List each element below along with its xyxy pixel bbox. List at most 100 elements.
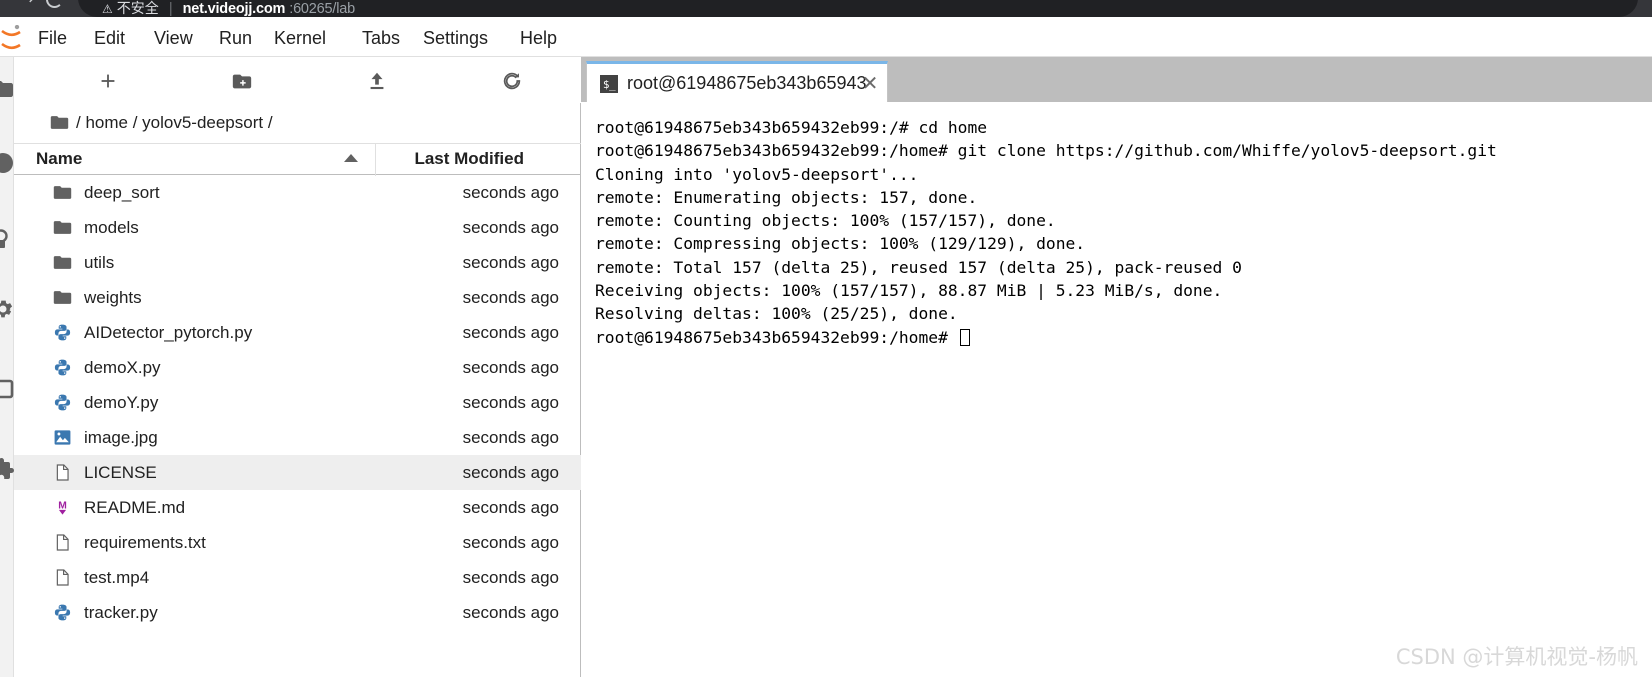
tab-terminal[interactable]: $_ root@61948675eb343b659432eb99 ✕ <box>586 61 888 102</box>
terminal-cursor <box>959 328 970 346</box>
extension-manager-icon[interactable] <box>0 457 15 481</box>
image-icon <box>52 428 72 448</box>
file-last-modified: seconds ago <box>462 532 559 552</box>
running-terminals-icon[interactable] <box>0 151 15 175</box>
file-list-header: Name Last Modified <box>14 143 581 176</box>
folder-icon <box>52 288 72 308</box>
terminal-line: Cloning into 'yolov5-deepsort'... <box>595 164 919 184</box>
folder-icon[interactable] <box>50 114 69 131</box>
terminal-line: remote: Compressing objects: 100% (129/1… <box>595 234 1086 254</box>
markdown-icon: M <box>52 498 72 518</box>
file-last-modified: seconds ago <box>462 602 559 622</box>
file-row[interactable]: demoY.py seconds ago <box>14 385 581 420</box>
refresh-icon[interactable] <box>498 67 526 95</box>
file-row[interactable]: LICENSE seconds ago <box>14 455 581 490</box>
file-row[interactable]: weights seconds ago <box>14 280 581 315</box>
file-row[interactable]: M README.md seconds ago <box>14 490 581 525</box>
menu-edit[interactable]: Edit <box>86 27 133 49</box>
property-inspector-icon[interactable] <box>0 297 15 321</box>
terminal-prompt-line[interactable]: root@61948675eb343b659432eb99:/home# <box>595 326 1652 349</box>
file-icon <box>52 533 72 553</box>
arrow-forward-icon[interactable]: ⟶ <box>10 0 34 8</box>
file-last-modified: seconds ago <box>462 462 559 482</box>
file-name: image.jpg <box>84 427 158 447</box>
open-tabs-icon[interactable] <box>0 377 15 401</box>
file-row[interactable]: image.jpg seconds ago <box>14 420 581 455</box>
address-bar-content: ⚠ 不安全 | net.videojj.com :60265/lab <box>102 0 355 17</box>
reload-icon[interactable] <box>46 0 63 8</box>
file-name: deep_sort <box>84 182 160 202</box>
close-icon[interactable]: ✕ <box>859 71 881 95</box>
upload-icon[interactable] <box>363 67 391 95</box>
terminal-line: remote: Total 157 (delta 25), reused 157… <box>595 257 1242 277</box>
terminal-line: root@61948675eb343b659432eb99:/home# git… <box>595 141 1497 161</box>
file-list: deep_sort seconds ago models seconds ago uti… <box>14 175 581 677</box>
file-row[interactable]: requirements.txt seconds ago <box>14 525 581 560</box>
terminal-output[interactable]: root@61948675eb343b659432eb99:/# cd home… <box>581 102 1652 677</box>
file-name: README.md <box>84 497 186 517</box>
file-row[interactable]: deep_sort seconds ago <box>14 175 581 210</box>
file-name: LICENSE <box>84 462 157 482</box>
breadcrumb[interactable]: / home / yolov5-deepsort / <box>14 103 581 143</box>
jupyter-logo <box>0 25 22 51</box>
file-last-modified: seconds ago <box>462 357 559 377</box>
file-name: weights <box>84 287 142 307</box>
menu-help[interactable]: Help <box>512 27 565 49</box>
terminal-line: Receiving objects: 100% (157/157), 88.87… <box>595 281 1223 301</box>
column-header-name[interactable]: Name <box>36 149 82 169</box>
file-icon <box>52 568 72 588</box>
menu-file[interactable]: File <box>30 27 75 49</box>
menu-tabs[interactable]: Tabs <box>354 27 408 49</box>
menu-run[interactable]: Run <box>211 27 260 49</box>
terminal-line: root@61948675eb343b659432eb99:/# cd home <box>595 118 988 137</box>
file-name: requirements.txt <box>84 532 206 552</box>
dock-tab-bar: $_ root@61948675eb343b659432eb99 ✕ <box>581 57 1652 102</box>
file-last-modified: seconds ago <box>462 252 559 272</box>
column-header-last-modified[interactable]: Last Modified <box>414 149 524 169</box>
menu-kernel[interactable]: Kernel <box>266 27 334 49</box>
file-last-modified: seconds ago <box>462 217 559 237</box>
new-folder-icon[interactable] <box>228 67 256 95</box>
menu-settings[interactable]: Settings <box>415 27 496 49</box>
file-name: AIDetector_pytorch.py <box>84 322 253 342</box>
file-browser-toolbar <box>14 57 581 103</box>
file-last-modified: seconds ago <box>462 287 559 307</box>
file-row[interactable]: AIDetector_pytorch.py seconds ago <box>14 315 581 350</box>
file-name: test.mp4 <box>84 567 150 587</box>
file-row[interactable]: test.mp4 seconds ago <box>14 560 581 595</box>
file-name: demoY.py <box>84 392 159 412</box>
file-name: tracker.py <box>84 602 158 622</box>
file-browser-icon[interactable] <box>0 77 15 101</box>
file-last-modified: seconds ago <box>462 497 559 517</box>
tab-terminal-label: root@61948675eb343b659432eb99 <box>627 73 867 93</box>
breadcrumb-path[interactable]: / home / yolov5-deepsort / <box>76 113 273 133</box>
warning-triangle-icon: ⚠ <box>102 2 113 16</box>
file-row[interactable]: utils seconds ago <box>14 245 581 280</box>
activity-bar <box>0 57 14 677</box>
svg-text:M: M <box>58 500 67 511</box>
file-row[interactable]: tracker.py seconds ago <box>14 595 581 630</box>
main-dock-area: $_ root@61948675eb343b659432eb99 ✕ root@… <box>581 57 1652 677</box>
watermark: CSDN @计算机视觉-杨帆 <box>1395 645 1638 669</box>
file-last-modified: seconds ago <box>462 567 559 587</box>
address-separator: | <box>168 1 173 17</box>
file-name: utils <box>84 252 115 272</box>
file-name: models <box>84 217 139 237</box>
python-icon <box>52 603 72 623</box>
file-last-modified: seconds ago <box>462 427 559 447</box>
python-icon <box>52 358 72 378</box>
url-path: :60265/lab <box>289 1 355 17</box>
file-row[interactable]: demoX.py seconds ago <box>14 350 581 385</box>
column-divider <box>375 144 376 176</box>
file-row[interactable]: models seconds ago <box>14 210 581 245</box>
terminal-prompt: root@61948675eb343b659432eb99:/home# <box>595 327 958 347</box>
folder-icon <box>52 253 72 273</box>
new-launcher-button[interactable] <box>94 67 122 95</box>
menu-view[interactable]: View <box>146 27 201 49</box>
terminal-icon: $_ <box>600 75 618 93</box>
commands-icon[interactable] <box>0 227 15 251</box>
address-bar[interactable]: ⚠ 不安全 | net.videojj.com :60265/lab <box>78 0 1638 17</box>
sort-ascending-icon[interactable] <box>344 154 358 162</box>
file-last-modified: seconds ago <box>462 322 559 342</box>
folder-icon <box>52 183 72 203</box>
